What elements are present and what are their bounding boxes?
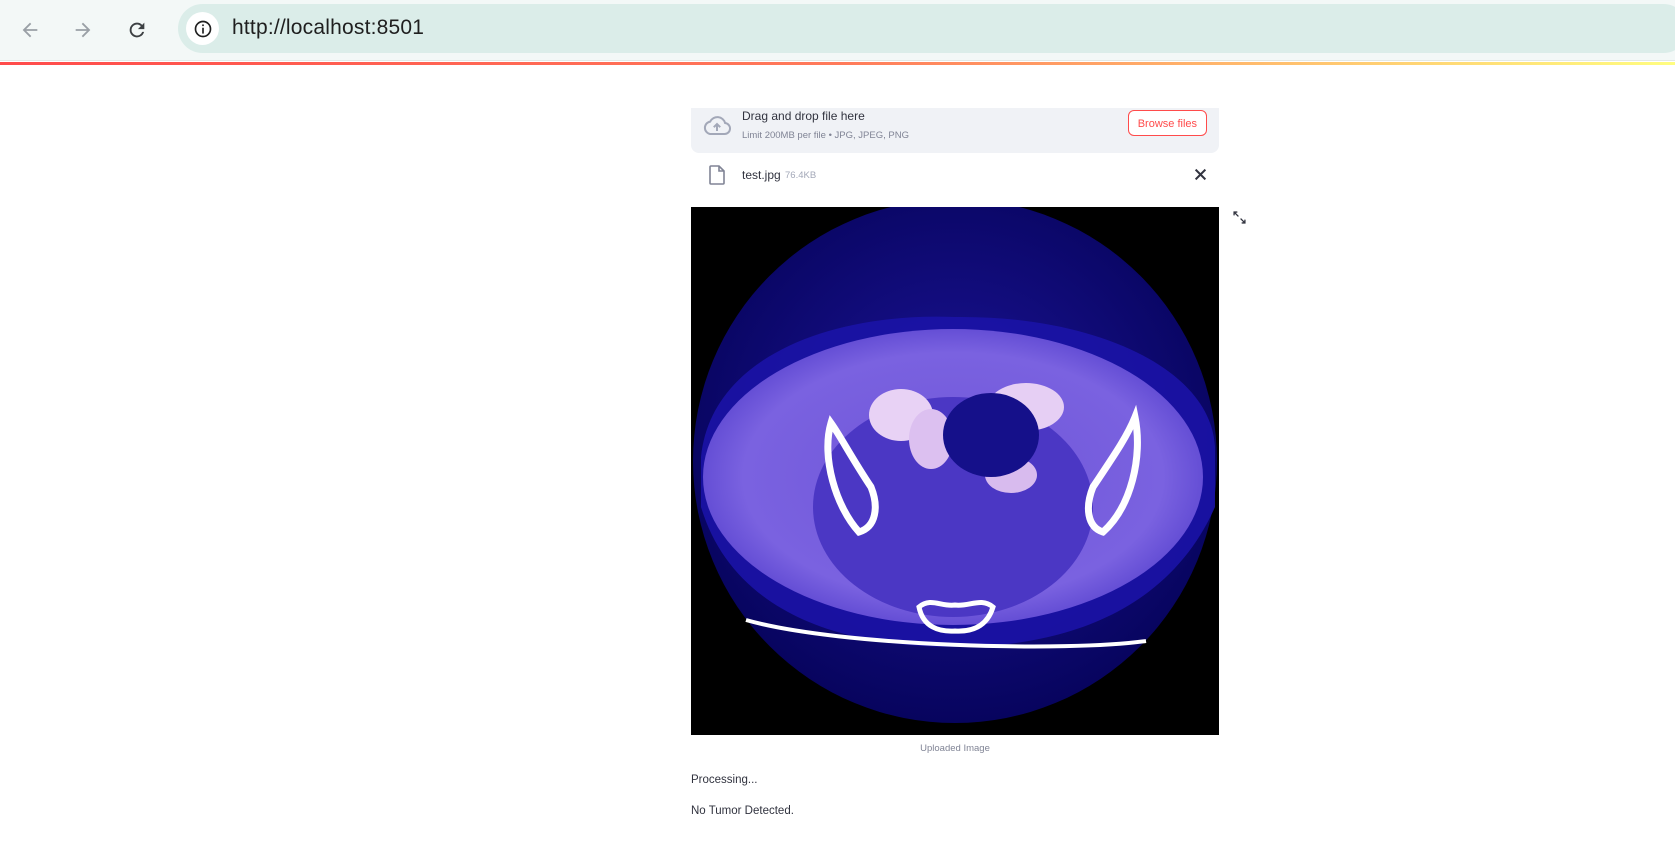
uploaded-file-row: test.jpg 76.4KB [691,160,1219,190]
address-bar[interactable]: http://localhost:8501 [178,4,1675,53]
close-icon[interactable] [1194,168,1207,181]
back-button[interactable] [12,12,48,48]
reload-icon [129,22,145,38]
file-dropzone[interactable]: Drag and drop file here Limit 200MB per … [691,108,1219,153]
cloud-upload-icon [703,116,731,136]
forward-button[interactable] [65,12,101,48]
ct-scan-image [693,207,1217,723]
file-size: 76.4KB [785,170,817,181]
url-text[interactable]: http://localhost:8501 [232,16,424,40]
dropzone-title: Drag and drop file here [742,109,865,123]
fullscreen-icon[interactable] [1233,211,1246,224]
result-text: No Tumor Detected. [691,805,794,817]
info-icon[interactable] [186,12,219,45]
file-name: test.jpg [742,168,781,182]
reload-button[interactable] [119,12,155,48]
dropzone-subtitle: Limit 200MB per file • JPG, JPEG, PNG [742,130,909,141]
uploaded-image [691,207,1219,735]
arrow-back-icon [22,22,38,38]
browse-files-button[interactable]: Browse files [1127,110,1207,136]
browser-toolbar: http://localhost:8501 [0,0,1675,61]
header-decoration [0,62,1675,65]
image-caption: Uploaded Image [920,743,990,754]
file-icon [709,165,725,185]
processing-text: Processing... [691,774,758,786]
arrow-forward-icon [75,22,91,38]
